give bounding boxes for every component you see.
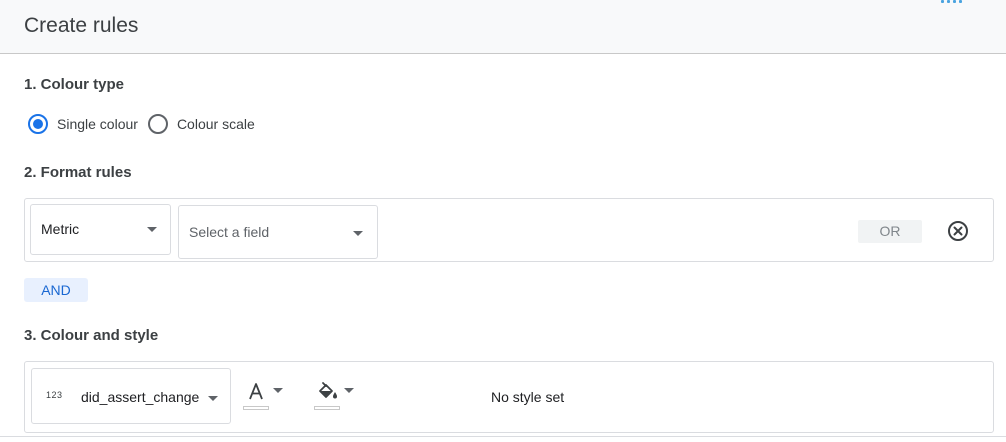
or-button[interactable]: OR (858, 220, 922, 243)
colour-type-options: Single colour Colour scale (28, 112, 265, 136)
radio-colour-scale[interactable] (147, 114, 168, 134)
chevron-down-icon (273, 388, 283, 393)
dialog-header: Create rules (0, 0, 1006, 54)
radio-colour-scale-label[interactable]: Colour scale (177, 116, 255, 132)
rule-type-dropdown[interactable]: Metric (30, 204, 171, 255)
page-title: Create rules (24, 14, 139, 37)
text-colour-swatch (243, 406, 269, 410)
colour-type-title: 1. Colour type (24, 76, 125, 93)
radio-single-colour[interactable] (28, 114, 48, 134)
style-field-dropdown[interactable]: 123 did_assert_change (31, 368, 231, 424)
chevron-down-icon (344, 388, 354, 393)
style-status-text: No style set (491, 389, 565, 405)
more-dots-icon[interactable] (941, 0, 965, 6)
format-rule-row: Metric Select a field OR (24, 198, 994, 262)
style-field-name: did_assert_change (81, 389, 200, 405)
colour-style-title: 3. Colour and style (24, 327, 159, 344)
format-rules-title: 2. Format rules (24, 164, 132, 181)
fill-colour-swatch (314, 406, 340, 410)
field-select-dropdown[interactable]: Select a field (178, 205, 378, 259)
chevron-down-icon (353, 231, 363, 236)
remove-circle-icon[interactable] (947, 220, 969, 242)
and-button[interactable]: AND (24, 278, 88, 302)
chevron-down-icon (208, 396, 218, 401)
divider (0, 436, 1006, 437)
rule-type-value: Metric (41, 221, 80, 237)
colour-style-row: 123 did_assert_change No style set (24, 361, 994, 433)
fill-colour-icon (319, 382, 337, 399)
radio-single-colour-label[interactable]: Single colour (57, 116, 138, 132)
text-colour-button[interactable] (243, 380, 283, 412)
text-colour-icon (249, 383, 263, 400)
chevron-down-icon (147, 227, 157, 232)
number-type-icon: 123 (46, 390, 63, 400)
field-select-placeholder: Select a field (189, 224, 270, 240)
fill-colour-button[interactable] (314, 380, 354, 412)
